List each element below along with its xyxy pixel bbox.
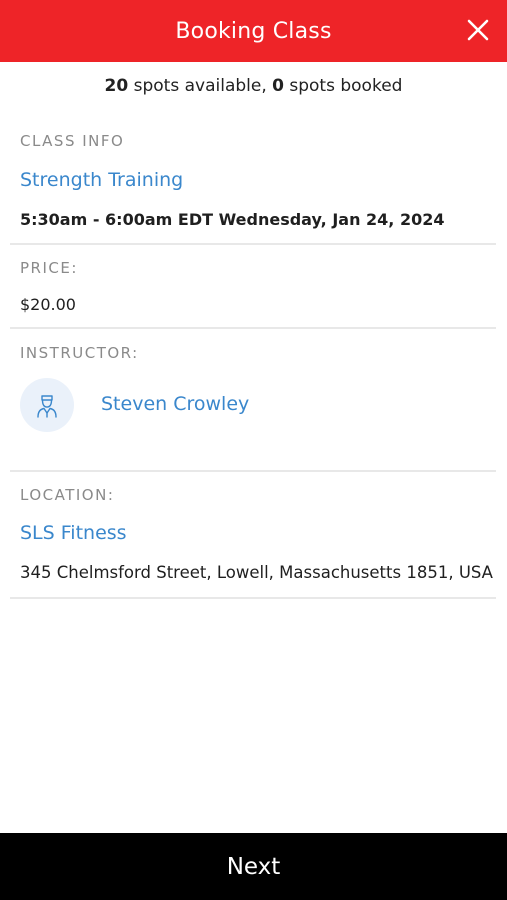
price-value: $20.00 <box>20 295 76 314</box>
instructor-name-link[interactable]: Steven Crowley <box>101 393 249 415</box>
spots-booked-count: 0 <box>272 76 284 96</box>
avatar <box>20 378 74 432</box>
location-address: 345 Chelmsford Street, Lowell, Massachus… <box>20 563 493 582</box>
location-label: LOCATION: <box>20 486 115 504</box>
next-button[interactable]: Next <box>0 833 507 900</box>
availability-summary: 20 spots available, 0 spots booked <box>0 62 507 110</box>
close-icon <box>467 19 489 41</box>
booking-class-screen: Booking Class 20 spots available, 0 spot… <box>0 0 507 900</box>
class-datetime: 5:30am - 6:00am EDT Wednesday, Jan 24, 2… <box>20 210 445 229</box>
class-info-label: CLASS INFO <box>20 132 125 150</box>
class-name-link[interactable]: Strength Training <box>20 169 183 191</box>
person-icon <box>37 395 57 418</box>
spots-available-text: spots available, <box>128 76 273 96</box>
price-label: PRICE: <box>20 259 78 277</box>
class-info-section: CLASS INFO Strength Training 5:30am - 6:… <box>10 110 496 245</box>
location-name-link[interactable]: SLS Fitness <box>20 522 127 544</box>
spots-available-count: 20 <box>104 76 129 96</box>
spots-booked-text: spots booked <box>283 76 403 96</box>
location-section: LOCATION: SLS Fitness 345 Chelmsford Str… <box>10 472 496 599</box>
header-bar: Booking Class <box>0 0 507 62</box>
price-section: PRICE: $20.00 <box>10 245 496 329</box>
instructor-section: INSTRUCTOR: Steven Crowley <box>10 329 496 472</box>
close-button[interactable] <box>465 17 491 43</box>
page-title: Booking Class <box>175 18 332 44</box>
instructor-label: INSTRUCTOR: <box>20 344 139 362</box>
